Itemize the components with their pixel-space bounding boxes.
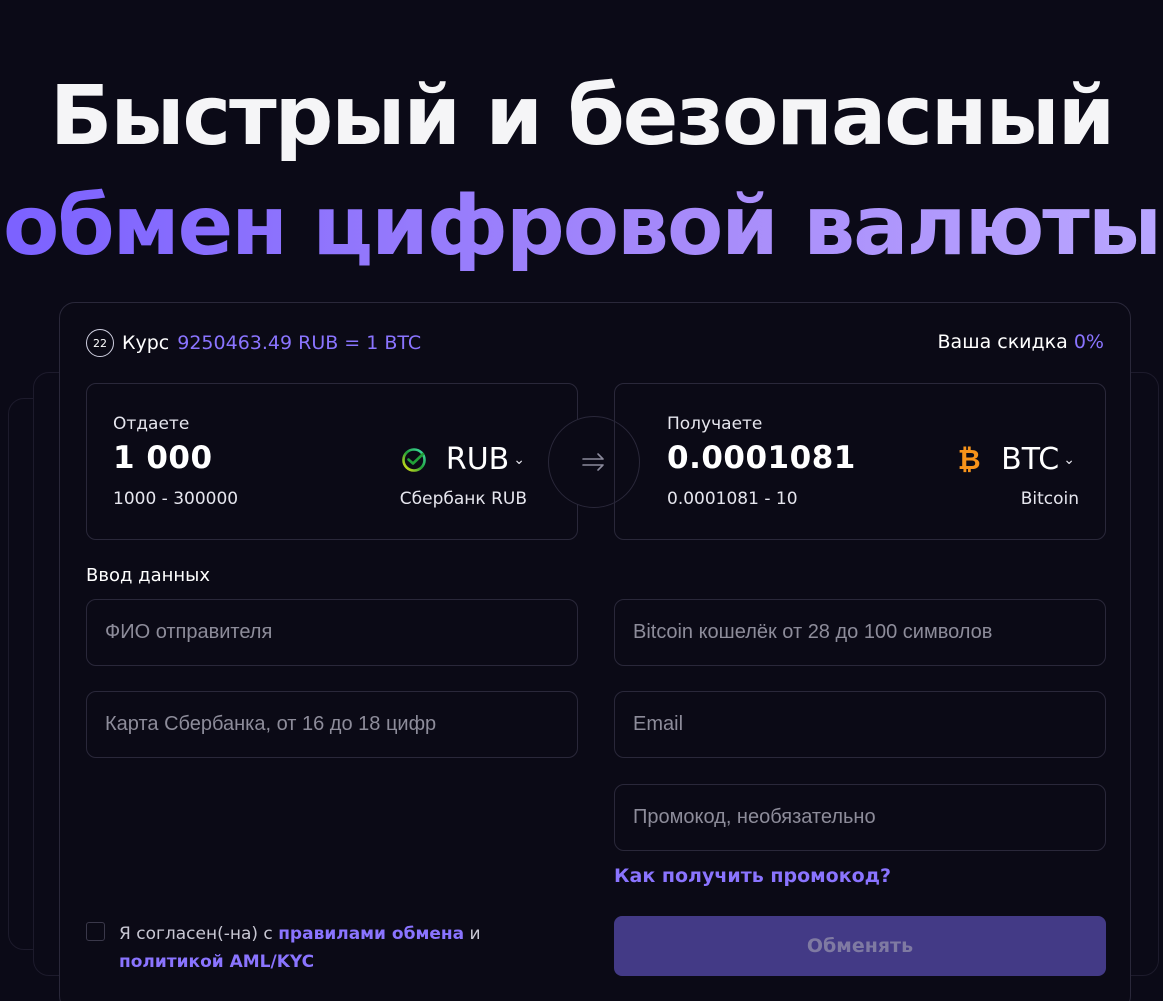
discount: Ваша скидка 0% bbox=[938, 331, 1104, 353]
bitcoin-icon: ₿ bbox=[957, 443, 981, 476]
promo-code-input[interactable] bbox=[614, 784, 1106, 851]
discount-label: Ваша скидка bbox=[937, 331, 1068, 353]
rate-value: 9250463.49 RUB = 1 BTC bbox=[177, 332, 422, 354]
give-label: Отдаете bbox=[113, 414, 190, 434]
receive-currency-select[interactable]: ₿ BTC ⌄ bbox=[955, 442, 1075, 477]
rate-label: Курс bbox=[122, 332, 170, 354]
exchange-card: 22 Курс 9250463.49 RUB = 1 BTC Ваша скид… bbox=[59, 302, 1131, 1001]
sberbank-icon bbox=[400, 446, 428, 474]
give-bank-name: Сбербанк RUB bbox=[399, 489, 527, 509]
receive-bank-name: Bitcoin bbox=[1020, 489, 1079, 509]
swap-arrows-icon bbox=[582, 453, 604, 471]
sender-name-input[interactable] bbox=[86, 599, 578, 666]
data-entry-title: Ввод данных bbox=[86, 565, 211, 586]
agree-prefix: Я согласен(-на) с bbox=[119, 924, 279, 944]
email-input[interactable] bbox=[614, 691, 1106, 758]
rules-link[interactable]: правилами обмена bbox=[278, 924, 464, 944]
hero-title-line2: обмен цифровой валюты bbox=[0, 172, 1163, 282]
agreement-text: Я согласен(-на) с правилами обмена и пол… bbox=[119, 920, 576, 976]
give-panel: Отдаете 1 000 1000 - 300000 RUB ⌄ Сберба… bbox=[86, 383, 578, 540]
rate-row: 22 Курс 9250463.49 RUB = 1 BTC bbox=[86, 329, 421, 357]
give-range: 1000 - 300000 bbox=[113, 489, 239, 509]
agree-checkbox[interactable] bbox=[86, 922, 105, 941]
card-number-input[interactable] bbox=[86, 691, 578, 758]
exchange-button[interactable]: Обменять bbox=[614, 916, 1106, 976]
discount-value: 0% bbox=[1073, 331, 1104, 353]
give-currency-select[interactable]: RUB ⌄ bbox=[400, 442, 525, 477]
receive-label: Получаете bbox=[667, 414, 763, 434]
aml-policy-link[interactable]: политикой AML/KYC bbox=[119, 952, 314, 972]
give-amount-input[interactable]: 1 000 bbox=[113, 440, 213, 476]
promo-help-link[interactable]: Как получить промокод? bbox=[614, 865, 891, 887]
receive-range: 0.0001081 - 10 bbox=[667, 489, 798, 509]
agree-and: и bbox=[464, 924, 481, 944]
hero-title-line1: Быстрый и безопасный bbox=[49, 69, 1115, 164]
rate-timer: 22 bbox=[86, 329, 114, 357]
agreement: Я согласен(-на) с правилами обмена и пол… bbox=[86, 920, 576, 976]
chevron-down-icon: ⌄ bbox=[513, 451, 525, 468]
wallet-input[interactable] bbox=[614, 599, 1106, 666]
chevron-down-icon: ⌄ bbox=[1063, 451, 1075, 468]
give-currency-code: RUB bbox=[445, 442, 510, 477]
receive-amount: 0.0001081 bbox=[667, 440, 856, 476]
hero-heading: Быстрый и безопасный обмен цифровой валю… bbox=[0, 62, 1163, 282]
receive-panel: Получаете 0.0001081 0.0001081 - 10 ₿ BTC… bbox=[614, 383, 1106, 540]
receive-currency-code: BTC bbox=[1001, 442, 1060, 477]
